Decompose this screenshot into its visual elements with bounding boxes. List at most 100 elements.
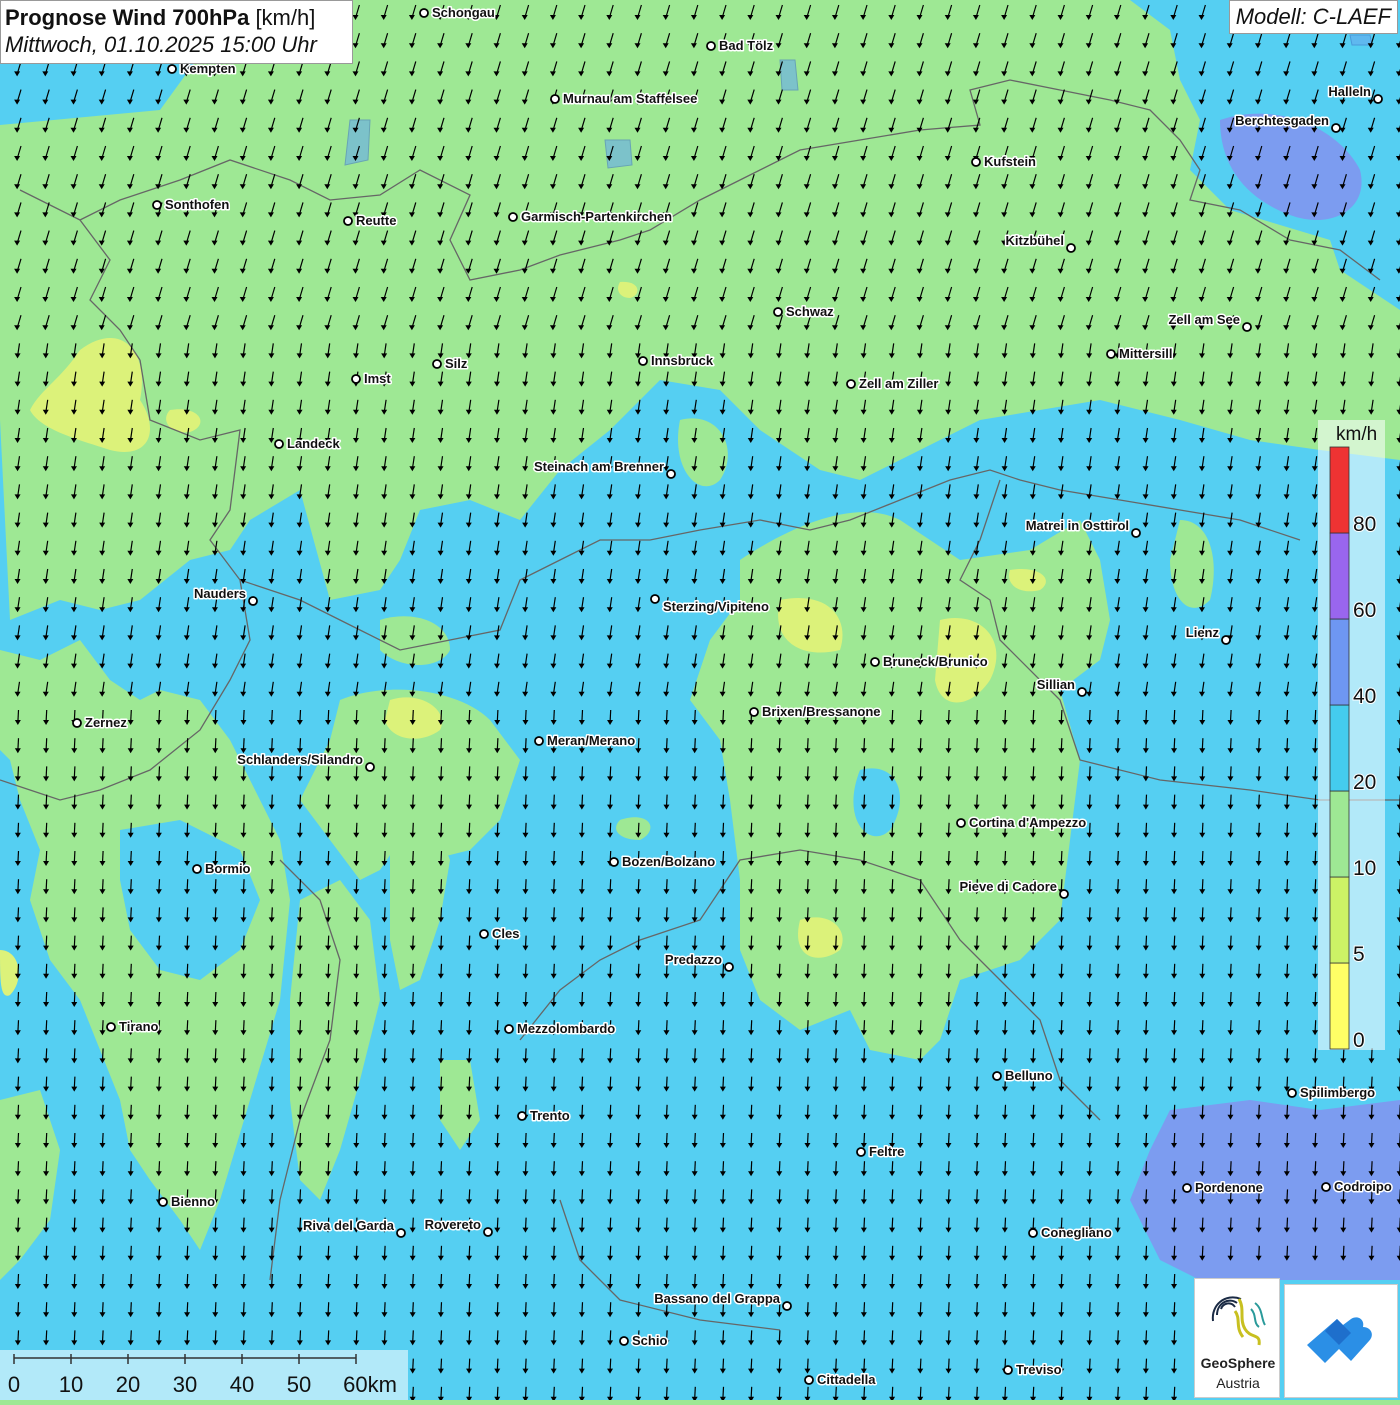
place-dot [505,1025,513,1033]
place-dot [957,819,965,827]
place-dot [509,213,517,221]
place-marker: Mezzolombardo [505,1021,615,1036]
place-dot [1243,323,1251,331]
place-label: Codroipo [1334,1179,1392,1194]
place-label: Schlanders/Silandro [237,752,363,767]
place-label: Sillian [1037,677,1075,692]
place-label: Riva del Garda [303,1218,395,1233]
place-marker: Brixen/Bressanone [750,704,881,719]
place-dot [397,1229,405,1237]
color-legend: km/h 051020406080 [1318,420,1385,1050]
scale-bar-graphic: 0102030405060km [0,1350,408,1400]
place-label: Bozen/Bolzano [622,854,715,869]
place-marker: Innsbruck [639,353,714,368]
place-dot [639,357,647,365]
place-dot [433,360,441,368]
place-label: Silz [445,356,468,371]
place-dot [1107,350,1115,358]
geosphere-icon [1195,1285,1281,1355]
place-dot [249,597,257,605]
place-dot [551,95,559,103]
place-dot [1322,1183,1330,1191]
place-label: Halleln [1328,84,1371,99]
place-label: Spilimbergo [1300,1085,1375,1100]
place-dot [153,201,161,209]
place-dot [1029,1229,1037,1237]
scale-label: 30 [173,1372,197,1397]
place-dot [1288,1089,1296,1097]
place-marker: Bozen/Bolzano [610,854,715,869]
place-dot [420,9,428,17]
place-label: Meran/Merano [547,733,635,748]
geosphere-logo: GeoSphere Austria [1194,1278,1280,1398]
place-label: Matrei in Osttirol [1026,518,1129,533]
scale-bar: 0102030405060km [0,1350,408,1400]
place-label: Pieve di Cadore [959,879,1057,894]
place-dot [1332,124,1340,132]
place-label: Feltre [869,1144,904,1159]
place-label: Imst [364,371,391,386]
cloud-arrow-icon [1285,1285,1399,1399]
place-label: Garmisch-Partenkirchen [521,209,672,224]
place-label: Cittadella [817,1372,876,1387]
place-label: Belluno [1005,1068,1053,1083]
place-label: Innsbruck [651,353,714,368]
legend-swatch [1330,877,1349,963]
place-label: Kitzbühel [1006,233,1065,248]
legend-label: 80 [1353,513,1376,536]
place-label: Brixen/Bressanone [762,704,881,719]
place-marker: Spilimbergo [1288,1085,1375,1100]
place-dot [1060,890,1068,898]
place-dot [159,1198,167,1206]
place-label: Berchtesgaden [1235,113,1329,128]
place-dot [275,440,283,448]
place-label: Sterzing/Vipiteno [663,599,769,614]
place-dot [73,719,81,727]
place-label: Landeck [287,436,341,451]
place-label: Steinach am Brenner [534,459,664,474]
title-bold: Prognose Wind 700hPa [5,5,249,30]
place-label: Pordenone [1195,1180,1263,1195]
place-marker: Cortina d'Ampezzo [957,815,1086,830]
map-title: Prognose Wind 700hPa [km/h] [5,4,348,32]
place-label: Schongau [432,5,495,20]
geosphere-text-1: GeoSphere [1195,1355,1281,1371]
place-dot [667,470,675,478]
place-marker: Meran/Merano [535,733,635,748]
place-dot [193,865,201,873]
place-label: Bormio [205,861,251,876]
place-label: Reutte [356,213,396,228]
place-dot [366,763,374,771]
place-dot [107,1023,115,1031]
place-label: Bassano del Grappa [654,1291,780,1306]
place-dot [484,1228,492,1236]
place-marker: Zell am Ziller [847,376,938,391]
place-label: Sonthofen [165,197,229,212]
legend-scale: 051020406080 [1318,420,1385,1050]
legend-label: 0 [1353,1029,1365,1050]
legend-swatch [1330,963,1349,1049]
legend-label: 20 [1353,771,1376,794]
place-label: Zell am Ziller [859,376,938,391]
place-dot [1067,244,1075,252]
place-marker: Sonthofen [153,197,229,212]
place-label: Conegliano [1041,1225,1112,1240]
wind-map: SchongauBad TölzKemptenMurnau am Staffel… [0,0,1400,1400]
place-dot [783,1302,791,1310]
scale-label: 20 [116,1372,140,1397]
place-label: Rovereto [425,1217,481,1232]
place-dot [1183,1184,1191,1192]
place-label: Murnau am Staffelsee [563,91,697,106]
scale-label: 60km [343,1372,397,1397]
place-label: Bienno [171,1194,215,1209]
legend-swatch [1330,791,1349,877]
place-label: Treviso [1016,1362,1062,1377]
place-dot [993,1072,1001,1080]
place-marker: Bruneck/Brunico [871,654,988,669]
scale-label: 40 [230,1372,254,1397]
place-dot [774,308,782,316]
geosphere-text-2: Austria [1195,1375,1281,1391]
place-label: Cortina d'Ampezzo [969,815,1086,830]
place-marker: Schongau [420,5,495,20]
place-marker: Conegliano [1029,1225,1112,1240]
